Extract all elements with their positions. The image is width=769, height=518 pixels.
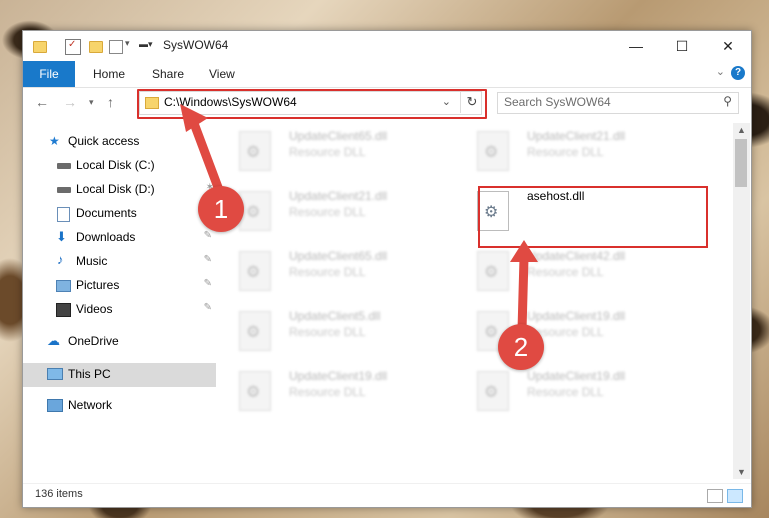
arrow-to-address-bar <box>180 104 227 203</box>
annotation-arrows <box>180 104 538 335</box>
step-2-badge: 2 <box>498 324 544 370</box>
arrow-to-file <box>510 240 538 335</box>
step-1-badge: 1 <box>198 186 244 232</box>
